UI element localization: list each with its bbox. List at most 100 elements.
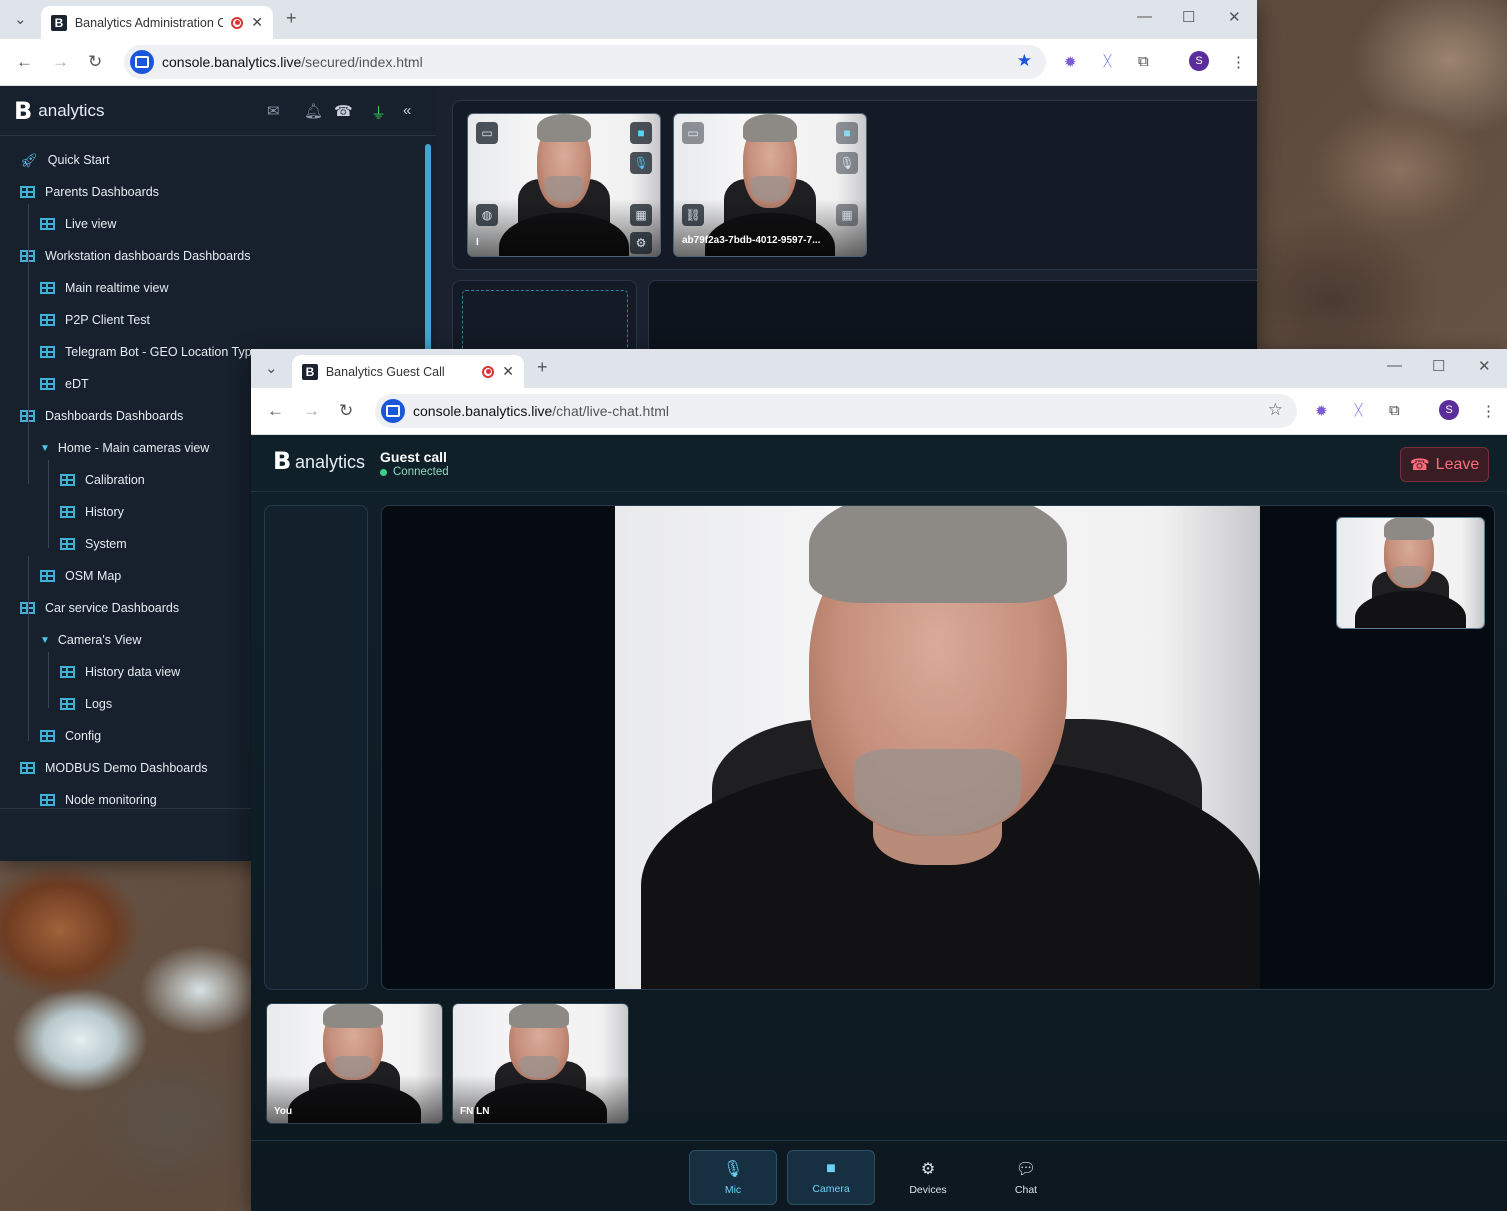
grid-icon <box>60 666 75 678</box>
microphone-icon[interactable]: 🎙︎ <box>836 152 858 174</box>
menu-kebab-icon[interactable]: ⋮ <box>1481 402 1496 420</box>
sidebar-item[interactable]: P2P Client Test <box>0 304 424 336</box>
close-tab-icon[interactable]: ✕ <box>251 14 263 31</box>
grid-icon <box>40 730 55 742</box>
video-camera-icon[interactable]: ■ <box>630 122 652 144</box>
site-info-icon[interactable] <box>130 50 154 74</box>
screen-icon[interactable]: ▭ <box>476 122 498 144</box>
sidebar-scrollbar[interactable] <box>425 144 431 354</box>
camera-button[interactable]: ■ Camera <box>787 1150 875 1205</box>
main-video-feed <box>615 506 1260 989</box>
profile-avatar[interactable]: S <box>1189 51 1209 71</box>
forward-icon[interactable]: → <box>52 52 69 72</box>
main-video-stage[interactable] <box>381 505 1495 990</box>
profile-avatar[interactable]: S <box>1439 400 1459 420</box>
participant-thumb-fn-ln[interactable]: FN LN <box>452 1003 629 1124</box>
chat-button[interactable]: 💬︎ Chat <box>982 1150 1070 1205</box>
close-window-icon[interactable]: ✕ <box>1228 8 1241 26</box>
sidebar-item-label: Quick Start <box>47 153 110 167</box>
address-bar[interactable]: console.banalytics.live/secured/index.ht… <box>124 45 1046 79</box>
sidebar-item[interactable]: Live view <box>0 208 424 240</box>
sidebar-item[interactable]: Workstation dashboards Dashboards <box>0 240 424 272</box>
extensions-puzzle-icon[interactable]: ⧉ <box>1138 53 1149 70</box>
back-icon[interactable]: ← <box>267 401 284 421</box>
rocket-icon: 🚀︎ <box>20 151 38 168</box>
camera-tile-1[interactable]: ▭ ■ 🎙︎ ◍ ▦ ⚙ I <box>467 113 661 257</box>
bookmark-star-icon[interactable]: ★ <box>1017 51 1032 71</box>
settings-gear-icon[interactable]: ⚙ <box>630 232 652 254</box>
map-icon[interactable]: ▦ <box>630 204 652 226</box>
tab-search-chevron-icon[interactable]: ⌄ <box>265 359 278 377</box>
menu-kebab-icon[interactable]: ⋮ <box>1231 53 1246 71</box>
tab-strip: ⌄ B Banalytics Administration C ✕ + — ☐ … <box>0 0 1257 39</box>
mic-button[interactable]: 🎙︎ Mic <box>689 1150 777 1205</box>
tab-admin[interactable]: B Banalytics Administration C ✕ <box>41 6 273 39</box>
tab-search-chevron-icon[interactable]: ⌄ <box>14 10 27 28</box>
sidebar-item[interactable]: 🚀︎ Quick Start <box>0 144 424 176</box>
mic-icon: 🎙︎ <box>722 1161 744 1178</box>
back-icon[interactable]: ← <box>16 52 33 72</box>
extension-x-icon[interactable]: ᚷ <box>1354 402 1363 419</box>
extension-gear-icon[interactable]: ✹ <box>1064 53 1077 71</box>
maximize-icon[interactable]: ☐ <box>1182 8 1195 26</box>
minimize-icon[interactable]: — <box>1137 8 1152 25</box>
browser-toolbar: ← → ↻ console.banalytics.live/secured/in… <box>0 39 1257 86</box>
url-host: console.banalytics.live <box>162 54 302 70</box>
extensions-puzzle-icon[interactable]: ⧉ <box>1389 402 1400 419</box>
map-icon[interactable]: ▦ <box>836 204 858 226</box>
camera-tile-2[interactable]: ▭ ■ 🎙︎ ⛓ ▦ ab79f2a3-7bdb-4012-9597-7... <box>673 113 867 257</box>
new-tab-button[interactable]: + <box>537 357 548 378</box>
sidebar-item-label: Dashboards Dashboards <box>45 409 184 423</box>
tab-title: Banalytics Administration C <box>74 15 224 30</box>
video-camera-icon[interactable]: ■ <box>836 122 858 144</box>
bell-icon[interactable]: 🔔︎ <box>304 102 323 120</box>
plug-icon[interactable]: ⏚ <box>371 102 386 123</box>
call-title: Guest call <box>380 449 447 465</box>
tab-guest-call[interactable]: B Banalytics Guest Call ✕ <box>292 355 524 388</box>
reload-icon[interactable]: ↻ <box>339 401 353 421</box>
forward-icon[interactable]: → <box>303 401 320 421</box>
guest-call-browser-window: ⌄ B Banalytics Guest Call ✕ + — ☐ ✕ ← → … <box>251 349 1507 1211</box>
tree-line <box>28 556 29 741</box>
favicon-icon: B <box>302 363 318 380</box>
close-window-icon[interactable]: ✕ <box>1478 357 1491 375</box>
camera-label: ab79f2a3-7bdb-4012-9597-7... <box>682 235 821 246</box>
extension-x-icon[interactable]: ᚷ <box>1103 53 1112 70</box>
mail-icon[interactable]: ✉ <box>267 102 280 120</box>
self-preview-video[interactable] <box>1336 517 1485 629</box>
phone-hangup-icon: ☎ <box>1409 456 1430 474</box>
grid-icon <box>40 378 55 390</box>
new-tab-button[interactable]: + <box>286 8 297 29</box>
microphone-icon[interactable]: 🎙︎ <box>630 152 652 174</box>
collapse-sidebar-icon[interactable]: « <box>403 102 411 119</box>
call-controls: 🎙︎ Mic ■ Camera ⚙ Devices 💬︎ Chat <box>251 1140 1507 1211</box>
sidebar-item-label: P2P Client Test <box>65 313 151 327</box>
sidebar-item-label: Telegram Bot - GEO Location Type <box>65 345 259 359</box>
globe-icon[interactable]: ◍ <box>476 204 498 226</box>
sidebar-item[interactable]: Parents Dashboards <box>0 176 424 208</box>
grid-icon <box>40 570 55 582</box>
close-tab-icon[interactable]: ✕ <box>502 363 514 380</box>
extension-gear-icon[interactable]: ✹ <box>1315 402 1328 420</box>
tab-title: Banalytics Guest Call <box>325 364 445 379</box>
leave-button[interactable]: ☎ Leave <box>1400 447 1489 482</box>
site-info-icon[interactable] <box>381 399 405 423</box>
participant-thumb-you[interactable]: You <box>266 1003 443 1124</box>
grid-icon <box>60 698 75 710</box>
gear-icon: ⚙ <box>920 1161 936 1178</box>
grid-icon <box>40 282 55 294</box>
screen-icon[interactable]: ▭ <box>682 122 704 144</box>
address-bar[interactable]: console.banalytics.live/chat/live-chat.h… <box>375 394 1297 428</box>
camera-icon: ■ <box>826 1160 836 1177</box>
sidebar-item-label: Live view <box>65 217 117 231</box>
link-broken-icon[interactable]: ⛓ <box>682 204 704 226</box>
phone-hangup-icon[interactable]: ☎ <box>334 102 353 120</box>
maximize-icon[interactable]: ☐ <box>1432 357 1445 375</box>
sidebar-item-label: System <box>85 537 127 551</box>
minimize-icon[interactable]: — <box>1387 357 1402 374</box>
reload-icon[interactable]: ↻ <box>88 52 102 72</box>
sidebar-item[interactable]: Main realtime view <box>0 272 424 304</box>
devices-button[interactable]: ⚙ Devices <box>884 1150 972 1205</box>
caret-down-icon: ▼ <box>40 442 50 454</box>
bookmark-star-icon[interactable]: ☆ <box>1268 400 1283 420</box>
